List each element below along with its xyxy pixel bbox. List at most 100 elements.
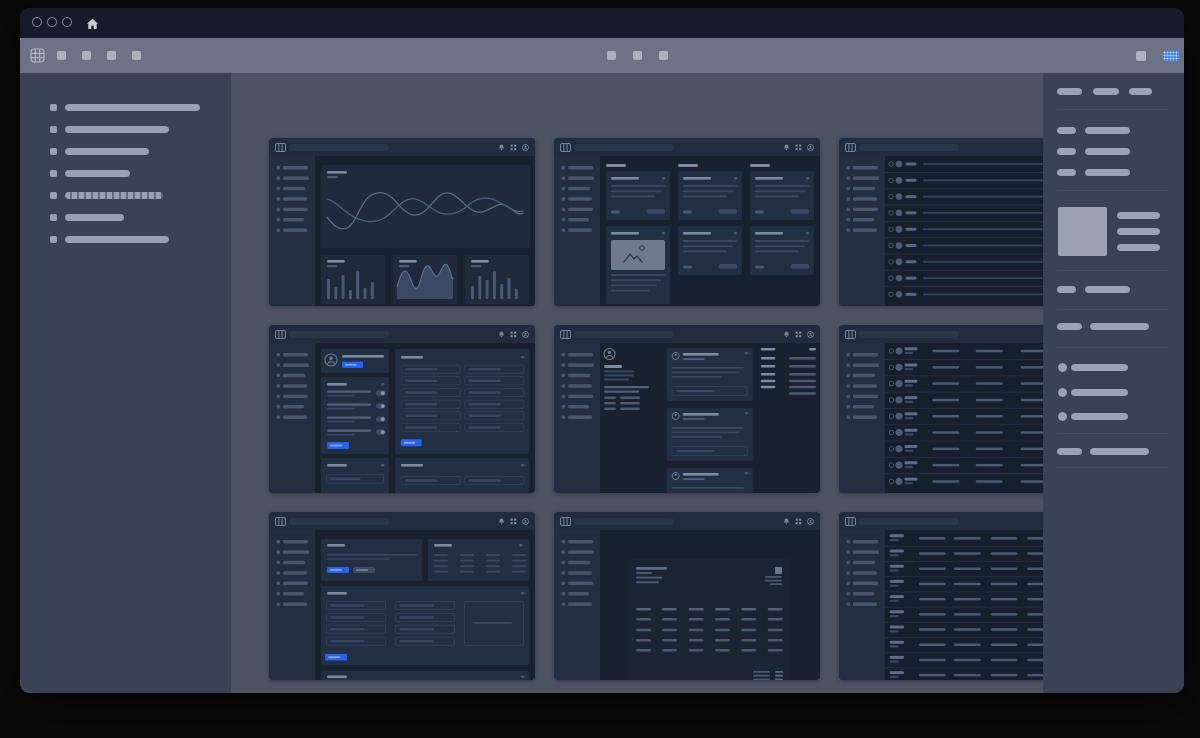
bell-icon — [498, 144, 505, 151]
app-logo-grid-icon[interactable] — [30, 48, 45, 68]
home-icon — [86, 18, 99, 30]
toolbar-tool-3[interactable] — [107, 51, 116, 60]
panel-divider — [1057, 109, 1169, 110]
thumbnail-preview — [269, 530, 535, 680]
thumbnail-preview — [269, 156, 535, 306]
panel-divider — [1057, 433, 1169, 434]
window-control-1[interactable] — [32, 17, 42, 27]
home-button[interactable] — [86, 17, 99, 35]
thumbnail-form-detail[interactable] — [269, 512, 535, 680]
avatar-icon — [807, 518, 814, 525]
panel-label — [1057, 286, 1076, 293]
thumbnail-grid — [269, 138, 1105, 680]
bell-icon — [783, 144, 790, 151]
thumbnail-analytics-dashboard[interactable] — [269, 138, 535, 306]
toolbar-center-tool-2[interactable] — [633, 51, 642, 60]
panel-label — [1057, 127, 1076, 134]
thumbnail-kanban-board[interactable] — [554, 138, 820, 306]
sidebar-item-6[interactable] — [50, 214, 231, 221]
sidebar-item-2[interactable] — [50, 126, 231, 133]
sidebar-item-4[interactable] — [50, 170, 231, 177]
toolbar — [20, 38, 1184, 73]
sidebar-toggle-icon — [845, 143, 856, 152]
toolbar-center-tool-3[interactable] — [659, 51, 668, 60]
avatar-icon — [522, 518, 529, 525]
bullet-icon — [50, 148, 57, 155]
bullet-icon — [50, 214, 57, 221]
panel-button-3[interactable] — [1129, 88, 1152, 95]
app-window — [20, 8, 1184, 693]
sidebar-toggle-icon — [560, 517, 571, 526]
apps-grid-icon — [795, 518, 802, 525]
sidebar-item-7[interactable] — [50, 236, 231, 243]
sidebar-item-label-placeholder — [65, 104, 200, 111]
search-bar — [574, 331, 674, 338]
sidebar-item-label-placeholder — [65, 236, 169, 243]
panel-label — [1057, 448, 1082, 455]
panel-bullet-icon — [1058, 412, 1067, 421]
sidebar-toggle-icon — [275, 330, 286, 339]
thumbnail-topbar — [269, 138, 535, 156]
panel-option-3[interactable] — [1071, 413, 1128, 420]
search-bar — [859, 144, 959, 151]
panel-value — [1085, 127, 1130, 134]
panel-divider — [1057, 190, 1169, 191]
sidebar-item-5[interactable] — [50, 192, 231, 199]
sidebar-toggle-icon — [560, 143, 571, 152]
panel-bullet-icon — [1058, 363, 1067, 372]
panel-value — [1090, 448, 1149, 455]
panel-divider — [1057, 309, 1169, 310]
sidebar-item-label-placeholder — [65, 214, 124, 221]
thumbnail-topbar — [554, 138, 820, 156]
apps-grid-icon — [795, 331, 802, 338]
thumbnail-settings-forms[interactable] — [269, 325, 535, 493]
panel-option-2[interactable] — [1071, 389, 1128, 396]
bullet-icon — [50, 170, 57, 177]
window-titlebar — [20, 8, 1184, 38]
avatar-icon — [807, 144, 814, 151]
thumbnail-topbar — [269, 325, 535, 343]
panel-value — [1090, 323, 1149, 330]
panel-image-thumbnail[interactable] — [1058, 207, 1107, 256]
panel-button-2[interactable] — [1093, 88, 1119, 95]
thumbnail-social-feed[interactable] — [554, 325, 820, 493]
thumbnail-topbar — [269, 512, 535, 530]
search-bar — [859, 518, 959, 525]
thumbnail-preview — [554, 530, 820, 680]
thumbnail-invoice-document[interactable] — [554, 512, 820, 680]
bullet-icon — [50, 192, 57, 199]
sidebar-item-label-placeholder — [65, 192, 163, 199]
toolbar-tool-4[interactable] — [132, 51, 141, 60]
toolbar-tool-1[interactable] — [57, 51, 66, 60]
sidebar-toggle-icon — [560, 330, 571, 339]
apps-grid-icon — [795, 144, 802, 151]
thumbnail-preview — [554, 156, 820, 306]
search-bar — [859, 331, 959, 338]
panel-divider — [1057, 270, 1169, 271]
sidebar-toggle-icon — [275, 517, 286, 526]
primary-action-button[interactable] — [1163, 51, 1179, 61]
gallery-canvas — [231, 73, 1184, 693]
toolbar-center-tool-1[interactable] — [607, 51, 616, 60]
panel-button-1[interactable] — [1057, 88, 1082, 95]
panel-bullet-icon — [1058, 388, 1067, 397]
avatar-icon — [522, 331, 529, 338]
toolbar-tool-2[interactable] — [82, 51, 91, 60]
panel-label — [1057, 323, 1082, 330]
panel-image-caption-line — [1117, 228, 1160, 235]
toolbar-right-tool-1[interactable] — [1136, 51, 1146, 61]
bell-icon — [783, 331, 790, 338]
panel-value — [1085, 286, 1130, 293]
panel-label — [1057, 169, 1076, 176]
sidebar-toggle-icon — [845, 330, 856, 339]
sidebar-item-3[interactable] — [50, 148, 231, 155]
panel-option-1[interactable] — [1071, 364, 1128, 371]
bullet-icon — [50, 126, 57, 133]
window-control-2[interactable] — [47, 17, 57, 27]
bell-icon — [498, 331, 505, 338]
thumbnail-topbar — [554, 512, 820, 530]
search-bar — [289, 331, 389, 338]
window-control-3[interactable] — [62, 17, 72, 27]
sidebar-toggle-icon — [275, 143, 286, 152]
sidebar-item-1[interactable] — [50, 104, 231, 111]
